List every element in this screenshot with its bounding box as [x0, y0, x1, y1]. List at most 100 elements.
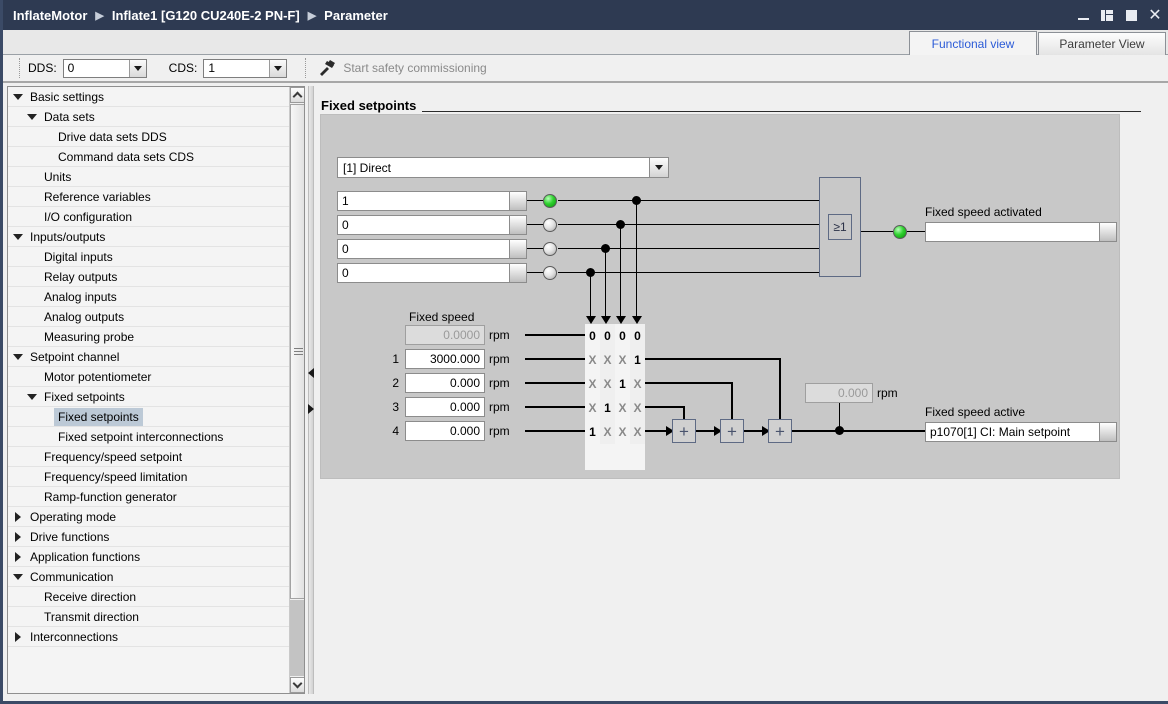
tree-item-inputs-outputs[interactable]: Inputs/outputs — [8, 227, 291, 247]
tree-item-frequency-speed-setpoint[interactable]: Frequency/speed setpoint — [8, 447, 291, 467]
twisty-collapsed-icon[interactable] — [15, 531, 21, 542]
tree-twisty — [26, 191, 38, 203]
expand-right-arrow-icon[interactable] — [308, 404, 314, 414]
fixed-speed-active-button[interactable] — [1099, 423, 1116, 441]
collapse-left-arrow-icon[interactable] — [308, 368, 314, 378]
scroll-up-button[interactable] — [290, 87, 304, 103]
twisty-collapsed-icon[interactable] — [15, 551, 21, 562]
tree-item-interconnections[interactable]: Interconnections — [8, 627, 291, 647]
tree-twisty[interactable] — [12, 351, 24, 363]
tree-item-label: I/O configuration — [44, 209, 133, 224]
scrollbar-track[interactable] — [290, 600, 304, 676]
fixed-speed-active-field[interactable]: p1070[1] CI: Main setpoint — [925, 422, 1117, 442]
matrix-cell-r1-c1: X — [600, 348, 615, 372]
twisty-collapsed-icon[interactable] — [15, 631, 21, 642]
scroll-down-button[interactable] — [290, 677, 304, 693]
tree-item-relay-outputs[interactable]: Relay outputs — [8, 267, 291, 287]
tree-item-reference-variables[interactable]: Reference variables — [8, 187, 291, 207]
maximize-button[interactable] — [1124, 8, 1138, 22]
tree-item-transmit-direction[interactable]: Transmit direction — [8, 607, 291, 627]
tree-item-motor-potentiometer[interactable]: Motor potentiometer — [8, 367, 291, 387]
tree-twisty[interactable] — [12, 511, 24, 523]
tree-item-ramp-function-generator[interactable]: Ramp-function generator — [8, 487, 291, 507]
tree-item-analog-outputs[interactable]: Analog outputs — [8, 307, 291, 327]
tree-item-drive-data-sets-dds[interactable]: Drive data sets DDS — [8, 127, 291, 147]
tree-item-frequency-speed-limitation[interactable]: Frequency/speed limitation — [8, 467, 291, 487]
cds-dropdown-button[interactable] — [269, 59, 287, 77]
tree-twisty[interactable] — [12, 551, 24, 563]
tree-item-basic-settings[interactable]: Basic settings — [8, 87, 291, 107]
tree-vertical-scrollbar[interactable] — [289, 87, 304, 693]
tree-twisty[interactable] — [26, 111, 38, 123]
breadcrumb-item-project[interactable]: InflateMotor — [13, 8, 87, 23]
minimize-button[interactable] — [1076, 8, 1090, 22]
adder-1-symbol: + — [679, 421, 689, 441]
selection-mode-dropdown-button[interactable] — [649, 158, 668, 177]
fixed-speed-field-1[interactable]: 3000.000 — [405, 349, 485, 369]
selector-bit-button-1[interactable] — [509, 192, 526, 210]
fixed-speed-index-2: 2 — [392, 376, 399, 390]
breadcrumb-item-parameter[interactable]: Parameter — [324, 8, 388, 23]
dds-combobox[interactable]: 0 — [62, 58, 147, 78]
twisty-expanded-icon[interactable] — [13, 233, 23, 240]
close-button[interactable]: ✕ — [1148, 7, 1162, 23]
tree-item-communication[interactable]: Communication — [8, 567, 291, 587]
tree-twisty[interactable] — [12, 531, 24, 543]
tree-item-i-o-configuration[interactable]: I/O configuration — [8, 207, 291, 227]
restore-button[interactable] — [1100, 8, 1114, 22]
dds-dropdown-button[interactable] — [128, 59, 146, 77]
selector-bit-field-2[interactable]: 0 — [337, 215, 527, 235]
tab-parameter-view[interactable]: Parameter View — [1038, 32, 1166, 55]
cds-combobox[interactable]: 1 — [203, 58, 288, 78]
tree-item-operating-mode[interactable]: Operating mode — [8, 507, 291, 527]
tree-item-fixed-setpoints[interactable]: Fixed setpoints — [8, 407, 291, 427]
fixed-speed-field-3[interactable]: 0.000 — [405, 397, 485, 417]
twisty-expanded-icon[interactable] — [27, 113, 37, 120]
fixed-speed-field-4[interactable]: 0.000 — [405, 421, 485, 441]
selector-bit-field-4[interactable]: 0 — [337, 263, 527, 283]
twisty-expanded-icon[interactable] — [13, 573, 23, 580]
tree-item-drive-functions[interactable]: Drive functions — [8, 527, 291, 547]
tree-item-digital-inputs[interactable]: Digital inputs — [8, 247, 291, 267]
selection-mode-dropdown[interactable]: [1] Direct — [337, 157, 669, 178]
fixed-speed-activated-field[interactable] — [925, 222, 1117, 242]
tree-item-measuring-probe[interactable]: Measuring probe — [8, 327, 291, 347]
pane-splitter[interactable] — [306, 86, 317, 694]
window-bottom-strip — [3, 696, 1168, 701]
tree-item-application-functions[interactable]: Application functions — [8, 547, 291, 567]
tree-item-receive-direction[interactable]: Receive direction — [8, 587, 291, 607]
tree-item-data-sets[interactable]: Data sets — [8, 107, 291, 127]
breadcrumb: InflateMotor ▶ Inflate1 [G120 CU240E-2 P… — [3, 8, 388, 23]
fixed-speed-field-2[interactable]: 0.000 — [405, 373, 485, 393]
tree-twisty[interactable] — [12, 91, 24, 103]
tree-item-command-data-sets-cds[interactable]: Command data sets CDS — [8, 147, 291, 167]
tree-twisty[interactable] — [26, 391, 38, 403]
twisty-expanded-icon[interactable] — [27, 393, 37, 400]
twisty-collapsed-icon[interactable] — [15, 511, 21, 522]
twisty-expanded-icon[interactable] — [13, 93, 23, 100]
selector-bit-button-2[interactable] — [509, 216, 526, 234]
tree-item-units[interactable]: Units — [8, 167, 291, 187]
tree-item-fixed-setpoint-interconnections[interactable]: Fixed setpoint interconnections — [8, 427, 291, 447]
twisty-expanded-icon[interactable] — [13, 353, 23, 360]
breadcrumb-item-device[interactable]: Inflate1 [G120 CU240E-2 PN-F] — [112, 8, 300, 23]
selector-bit-button-4[interactable] — [509, 264, 526, 282]
matrix-cell-r1-c3: 1 — [630, 348, 645, 372]
selector-bit-field-3[interactable]: 0 — [337, 239, 527, 259]
selector-bit-field-1[interactable]: 1 — [337, 191, 527, 211]
tab-functional-view[interactable]: Functional view — [909, 31, 1037, 55]
selector-bit-button-3[interactable] — [509, 240, 526, 258]
tree-item-fixed-setpoints[interactable]: Fixed setpoints — [8, 387, 291, 407]
adder-3: + — [768, 419, 792, 443]
tree-twisty[interactable] — [12, 631, 24, 643]
or-gate: ≥1 — [819, 177, 861, 277]
fixed-speed-activated-button[interactable] — [1099, 223, 1116, 241]
wire-speed-4-to-matrix — [525, 430, 585, 432]
tree-twisty[interactable] — [12, 571, 24, 583]
tree-twisty[interactable] — [12, 231, 24, 243]
tree-item-setpoint-channel[interactable]: Setpoint channel — [8, 347, 291, 367]
splitter-bar[interactable] — [308, 86, 314, 694]
start-safety-commissioning-button[interactable]: Start safety commissioning — [343, 61, 486, 75]
tree-item-analog-inputs[interactable]: Analog inputs — [8, 287, 291, 307]
scrollbar-thumb[interactable] — [290, 104, 304, 599]
